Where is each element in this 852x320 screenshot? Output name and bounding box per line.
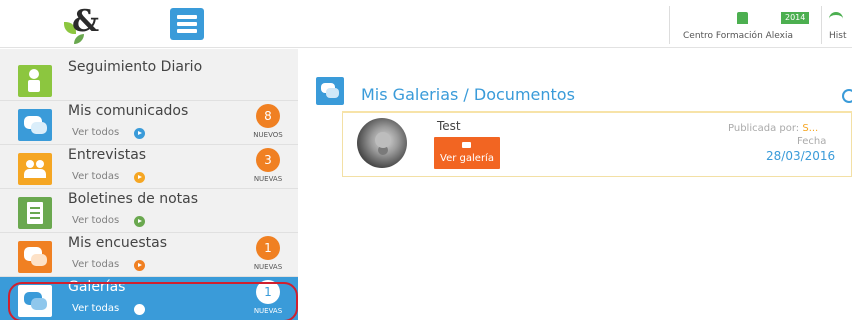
sidebar-item-label: Entrevistas bbox=[68, 147, 147, 163]
menu-bar-icon bbox=[177, 29, 197, 33]
survey-icon bbox=[18, 241, 52, 273]
year-badge: 2014 bbox=[781, 12, 810, 24]
play-arrow-icon[interactable] bbox=[134, 172, 145, 183]
see-all-link[interactable]: Ver todos bbox=[72, 215, 119, 226]
view-gallery-button[interactable]: Ver galería bbox=[434, 137, 500, 169]
top-header: & 2014 Centro Formación Alexia Hist bbox=[0, 0, 852, 48]
date-label: Fecha bbox=[797, 136, 827, 147]
refresh-icon[interactable] bbox=[842, 89, 852, 103]
sidebar-item-label: Boletines de notas bbox=[68, 191, 199, 207]
play-arrow-icon[interactable] bbox=[134, 260, 145, 271]
play-arrow-icon[interactable] bbox=[134, 128, 145, 139]
date-value: 28/03/2016 bbox=[766, 149, 836, 163]
see-all-link[interactable]: Ver todos bbox=[72, 127, 119, 138]
new-count-label: NUEVAS bbox=[253, 307, 283, 315]
sidebar: Seguimiento Diario Mis comunicados Ver t… bbox=[0, 49, 298, 320]
new-count-label: NUEVAS bbox=[253, 263, 283, 271]
new-count-label: NUEVAS bbox=[253, 175, 283, 183]
app-window: & 2014 Centro Formación Alexia Hist Segu… bbox=[0, 0, 852, 320]
menu-bar-icon bbox=[177, 22, 197, 26]
history-label: Hist bbox=[829, 31, 847, 41]
daily-tracking-icon bbox=[18, 65, 52, 97]
logo-ampersand: & bbox=[72, 4, 100, 39]
history-icon bbox=[829, 12, 843, 24]
center-name: Centro Formación Alexia bbox=[683, 31, 794, 41]
people-icon bbox=[18, 153, 52, 185]
hamburger-menu-button[interactable] bbox=[170, 8, 204, 40]
gallery-list-item: Test Ver galería Publicada por: S... Fec… bbox=[342, 113, 852, 177]
new-count-badge: 8 bbox=[256, 104, 280, 128]
sidebar-item-label: Mis comunicados bbox=[68, 103, 189, 119]
new-count-badge: 3 bbox=[256, 148, 280, 172]
center-selector[interactable]: 2014 Centro Formación Alexia bbox=[671, 4, 819, 46]
gallery-chat-icon bbox=[18, 285, 52, 317]
gallery-chat-icon bbox=[316, 77, 344, 105]
sidebar-item-mis-comunicados[interactable]: Mis comunicados Ver todos 8 NUEVOS bbox=[0, 101, 298, 145]
school-building-icon bbox=[737, 12, 748, 24]
sidebar-item-mis-encuestas[interactable]: Mis encuestas Ver todas 1 NUEVAS bbox=[0, 233, 298, 277]
view-gallery-label: Ver galería bbox=[440, 153, 494, 164]
document-icon bbox=[18, 197, 52, 229]
history-button[interactable]: Hist bbox=[823, 4, 852, 46]
new-count-badge: 1 bbox=[256, 236, 280, 260]
chat-bubble-icon bbox=[18, 109, 52, 141]
menu-bar-icon bbox=[177, 15, 197, 19]
play-arrow-icon[interactable] bbox=[134, 304, 145, 315]
published-by-label: Publicada por: bbox=[728, 123, 800, 134]
gallery-title: Test bbox=[437, 119, 461, 133]
play-arrow-icon[interactable] bbox=[134, 216, 145, 227]
see-all-link[interactable]: Ver todas bbox=[72, 259, 119, 270]
main-content: Mis Galerias / Documentos Test Ver galer… bbox=[298, 49, 852, 320]
sidebar-item-galerias[interactable]: Galerías Ver todas 1 NUEVAS bbox=[0, 277, 298, 320]
sidebar-item-label: Seguimiento Diario bbox=[68, 59, 203, 75]
app-logo[interactable]: & bbox=[62, 4, 106, 44]
published-by: Publicada por: S... bbox=[728, 123, 818, 134]
header-divider bbox=[821, 6, 822, 44]
sidebar-item-seguimiento-diario[interactable]: Seguimiento Diario bbox=[0, 57, 298, 101]
see-all-link[interactable]: Ver todas bbox=[72, 171, 119, 182]
page-title: Mis Galerias / Documentos bbox=[361, 85, 575, 104]
gallery-thumbnail[interactable] bbox=[357, 118, 407, 168]
published-by-name[interactable]: S... bbox=[802, 123, 818, 134]
active-item-pointer bbox=[287, 280, 297, 320]
new-count-label: NUEVOS bbox=[253, 131, 283, 139]
sidebar-item-boletines-de-notas[interactable]: Boletines de notas Ver todos bbox=[0, 189, 298, 233]
sidebar-item-entrevistas[interactable]: Entrevistas Ver todas 3 NUEVAS bbox=[0, 145, 298, 189]
header-divider bbox=[669, 6, 670, 44]
folder-icon bbox=[462, 142, 471, 148]
sidebar-item-label: Galerías bbox=[68, 279, 126, 295]
new-count-badge: 1 bbox=[256, 280, 280, 304]
sidebar-item-label: Mis encuestas bbox=[68, 235, 168, 251]
see-all-link[interactable]: Ver todas bbox=[72, 303, 119, 314]
